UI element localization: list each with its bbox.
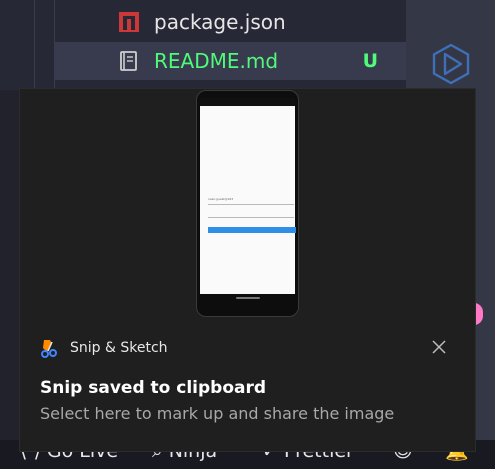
preview-signin-button	[208, 227, 296, 233]
phone-status-bar	[200, 98, 295, 106]
snip-sketch-icon	[39, 338, 59, 358]
preview-email-field: nasir.guest@163	[208, 197, 294, 205]
preview-password-field	[208, 210, 294, 218]
indent-guide	[34, 0, 35, 90]
explorer-panel: package.json README.md U	[0, 0, 406, 90]
explorer-item-readme-md[interactable]: README.md U	[54, 42, 406, 80]
file-name: package.json	[154, 10, 286, 34]
file-name: README.md	[154, 49, 279, 73]
close-icon	[432, 340, 446, 354]
git-status-badge: U	[362, 50, 378, 72]
phone-screen: nasir.guest@163	[200, 106, 296, 294]
app-name: Snip & Sketch	[70, 340, 168, 356]
explorer-item-package-json[interactable]: package.json	[54, 3, 406, 41]
toast-title: Snip saved to clipboard	[40, 378, 267, 398]
screenshot-preview[interactable]: nasir.guest@163	[196, 90, 299, 317]
close-button[interactable]	[423, 331, 455, 363]
book-icon	[118, 50, 140, 72]
extension-icon[interactable]	[430, 42, 472, 86]
npm-icon	[118, 11, 140, 33]
snip-notification-toast[interactable]: nasir.guest@163 Snip & Sketch Snip saved…	[20, 89, 475, 451]
phone-home-indicator	[236, 297, 260, 299]
toast-body: Select here to mark up and share the ima…	[40, 404, 395, 423]
